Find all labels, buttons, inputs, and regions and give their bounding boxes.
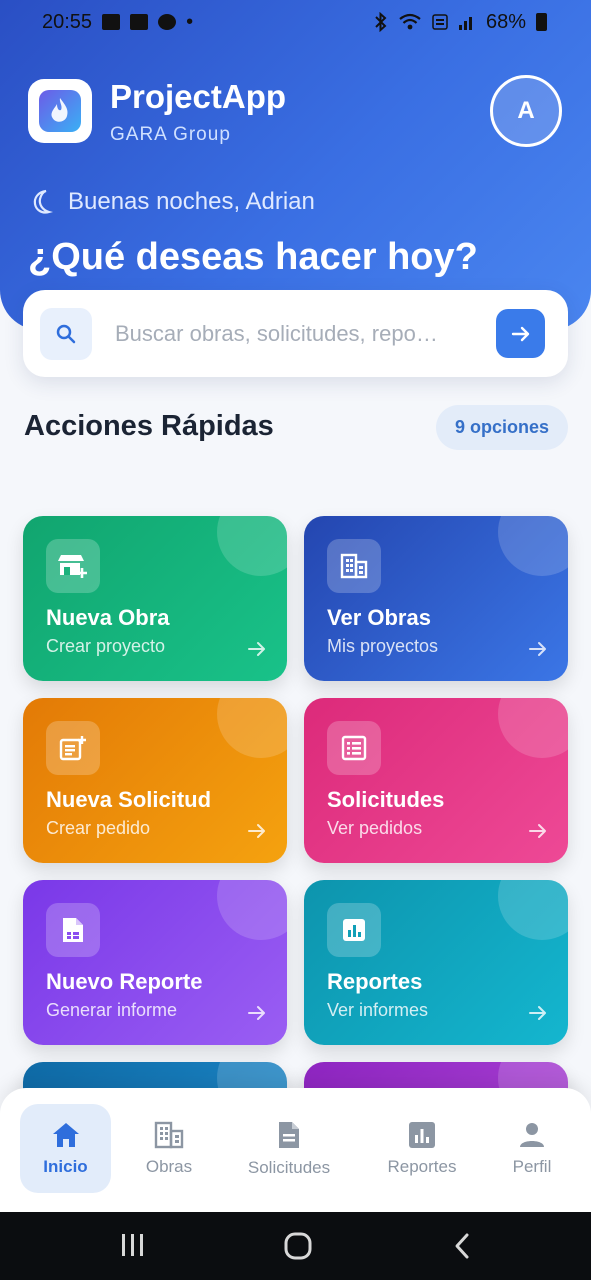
card-title: Nuevo Reporte: [46, 969, 203, 994]
nav-item-reportes[interactable]: Reportes: [376, 1104, 468, 1193]
card-title: Solicitudes: [327, 787, 445, 812]
battery-percent: 68%: [485, 10, 526, 33]
card-reportes[interactable]: Reportes Ver informes: [304, 880, 568, 1045]
card-decoration: [217, 698, 287, 758]
card-subtitle: Ver informes: [327, 1000, 429, 1020]
card-decoration: [217, 516, 287, 576]
status-time: 20:55: [42, 10, 93, 33]
flame-logo-icon: [39, 90, 81, 132]
card-ver-obras[interactable]: Ver Obras Mis proyectos: [304, 516, 568, 681]
page-title: ¿Qué deseas hacer hoy?: [28, 236, 478, 278]
card-title: Ver Obras: [327, 605, 431, 630]
system-navigation-bar: [0, 1212, 591, 1280]
nav-label: Reportes: [387, 1156, 457, 1176]
arrow-right-icon: [528, 820, 548, 846]
nav-item-inicio[interactable]: Inicio: [20, 1104, 111, 1193]
search-bar: [23, 290, 568, 377]
bottom-nav: Inicio Obras Solicitudes Reportes Perfil: [0, 1088, 591, 1212]
home-icon: [52, 1122, 79, 1147]
nav-item-solicitudes[interactable]: Solicitudes: [234, 1104, 344, 1193]
document-add-icon: [46, 721, 100, 775]
greeting: Buenas noches, Adrian: [30, 188, 315, 216]
bar-chart-icon: [327, 903, 381, 957]
lte-icon: [432, 14, 448, 30]
nav-label: Perfil: [512, 1156, 552, 1176]
nav-label: Obras: [145, 1156, 193, 1176]
card-title: Reportes: [327, 969, 423, 994]
arrow-right-icon: [511, 326, 529, 341]
nav-label: Inicio: [43, 1156, 88, 1176]
document-icon: [279, 1121, 299, 1148]
greeting-text: Buenas noches, Adrian: [68, 188, 315, 215]
header-banner: [0, 0, 591, 330]
nav-label: Solicitudes: [247, 1157, 331, 1177]
avatar[interactable]: A: [490, 75, 562, 147]
card-subtitle: Crear pedido: [46, 818, 151, 838]
card-nuevo-reporte[interactable]: Nuevo Reporte Generar informe: [23, 880, 287, 1045]
app-logo: [28, 79, 92, 143]
options-count-badge: 9 opciones: [436, 405, 568, 450]
signal-icon: [458, 17, 472, 30]
card-nueva-solicitud[interactable]: Nueva Solicitud Crear pedido: [23, 698, 287, 863]
arrow-right-icon: [528, 638, 548, 664]
bluetooth-icon: [375, 12, 387, 32]
list-icon: [327, 721, 381, 775]
search-input[interactable]: [115, 312, 505, 356]
battery-icon: [536, 13, 547, 31]
report-file-icon: [46, 903, 100, 957]
search-icon[interactable]: [40, 308, 92, 360]
person-icon: [520, 1122, 544, 1147]
avatar-letter: A: [517, 97, 535, 124]
company-name: GARA Group: [110, 124, 231, 145]
gallery-icon: [102, 14, 121, 30]
nav-item-obras[interactable]: Obras: [125, 1104, 213, 1193]
card-title: Nueva Obra: [46, 605, 170, 630]
bar-chart-icon: [409, 1121, 435, 1148]
nav-item-perfil[interactable]: Perfil: [491, 1104, 573, 1193]
section-title: Acciones Rápidas: [24, 410, 274, 442]
arrow-right-icon: [528, 1002, 548, 1028]
wifi-icon: [399, 13, 421, 30]
card-decoration: [498, 698, 568, 758]
card-subtitle: Ver pedidos: [327, 818, 423, 838]
youtube-icon: [130, 14, 149, 30]
notification-dot: •: [186, 10, 194, 33]
recent-apps-icon[interactable]: [120, 1232, 146, 1263]
card-nueva-obra[interactable]: Nueva Obra Crear proyecto: [23, 516, 287, 681]
card-decoration: [498, 880, 568, 940]
card-decoration: [498, 516, 568, 576]
home-button-icon[interactable]: [284, 1232, 312, 1265]
building-icon: [154, 1121, 184, 1148]
search-submit-button[interactable]: [496, 309, 545, 358]
store-add-icon: [46, 539, 100, 593]
card-subtitle: Crear proyecto: [46, 636, 166, 656]
arrow-right-icon: [247, 820, 267, 846]
soccer-icon: [158, 14, 177, 30]
status-bar: 20:55 • 68%: [0, 0, 591, 44]
card-subtitle: Generar informe: [46, 1000, 178, 1020]
arrow-right-icon: [247, 1002, 267, 1028]
card-title: Nueva Solicitud: [46, 787, 212, 812]
back-icon[interactable]: [452, 1232, 472, 1265]
card-solicitudes[interactable]: Solicitudes Ver pedidos: [304, 698, 568, 863]
card-subtitle: Mis proyectos: [327, 636, 439, 656]
app-title: ProjectApp: [110, 78, 287, 115]
building-icon: [327, 539, 381, 593]
arrow-right-icon: [247, 638, 267, 664]
card-decoration: [217, 880, 287, 940]
moon-icon: [33, 189, 54, 214]
